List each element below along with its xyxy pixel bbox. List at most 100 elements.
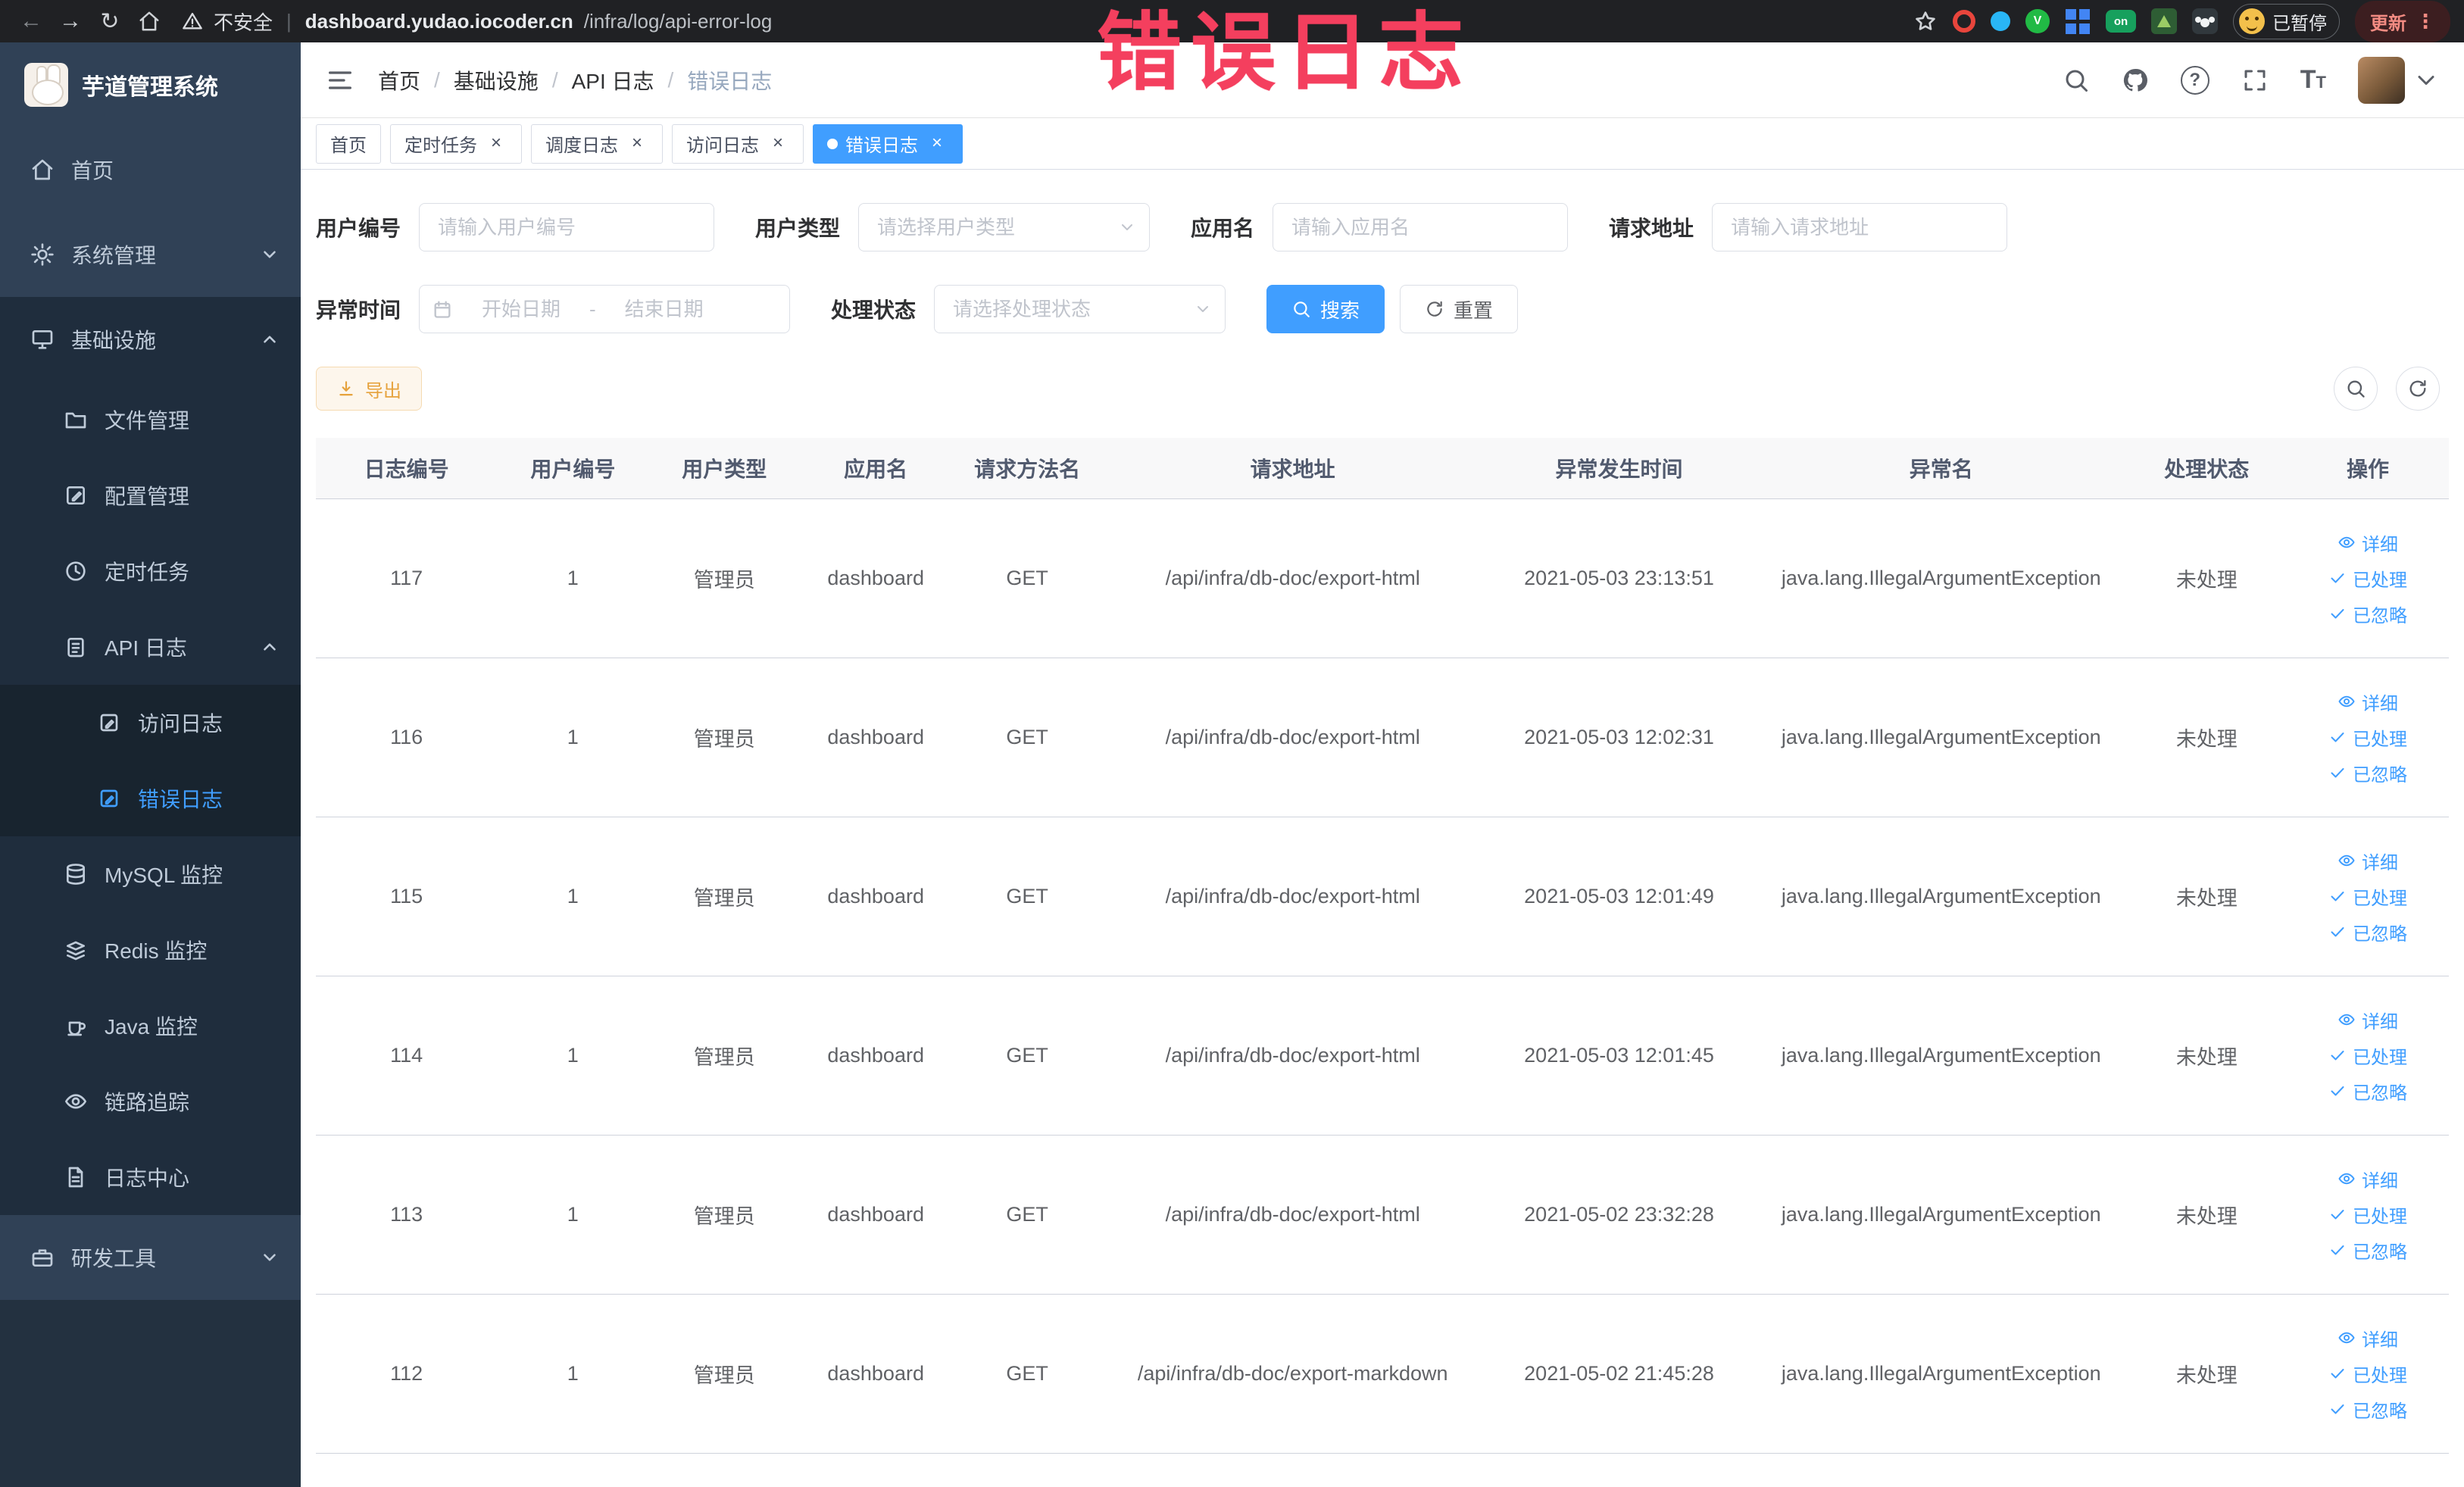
processed-link[interactable]: 已处理 [2328, 724, 2407, 751]
sidebar-item-scheduled-tasks[interactable]: 定时任务 [0, 533, 301, 609]
detail-link[interactable]: 详细 [2338, 530, 2398, 556]
tab-access-log[interactable]: 访问日志 × [672, 123, 804, 164]
bookmark-star-icon[interactable] [1913, 9, 1938, 33]
tab-home[interactable]: 首页 [316, 123, 381, 164]
app-name-input[interactable] [1273, 203, 1569, 251]
breadcrumb-item[interactable]: API 日志 [572, 65, 654, 95]
extension-icon[interactable] [1991, 11, 2010, 31]
sidebar-item-infra[interactable]: 基础设施 [0, 297, 301, 382]
detail-link[interactable]: 详细 [2338, 848, 2398, 874]
cell-user-id: 1 [497, 658, 649, 817]
cell-user-id: 1 [497, 1294, 649, 1454]
hide-search-button[interactable] [2334, 367, 2378, 411]
extension-vue-devtools-icon[interactable]: V [2025, 9, 2050, 33]
request-url-input[interactable] [1712, 203, 2008, 251]
sidebar-logo[interactable]: 芋道管理系统 [0, 42, 301, 127]
close-icon[interactable]: × [767, 133, 789, 155]
browser-reload-button[interactable]: ↻ [92, 4, 127, 39]
cell-app-name: dashboard [800, 498, 952, 658]
sidebar-item-home[interactable]: 首页 [0, 127, 301, 212]
filter-user-id: 用户编号 [316, 203, 715, 251]
tab-scheduled-tasks[interactable]: 定时任务 × [390, 123, 522, 164]
error-log-table: 日志编号 用户编号 用户类型 应用名 请求方法名 请求地址 异常发生时间 异常名… [316, 438, 2449, 1454]
sidebar-item-log-center[interactable]: 日志中心 [0, 1139, 301, 1215]
help-icon[interactable]: ? [2180, 65, 2209, 95]
check-icon [2328, 923, 2347, 941]
processed-label: 已处理 [2352, 1206, 2407, 1227]
sidebar-item-error-log[interactable]: 错误日志 [0, 761, 301, 836]
extension-icon[interactable] [1953, 10, 1975, 33]
github-icon[interactable] [2122, 67, 2149, 94]
kebab-menu-icon[interactable]: ⋮ [2416, 10, 2435, 33]
processed-link[interactable]: 已处理 [2328, 1360, 2407, 1387]
sidebar-item-label: 访问日志 [138, 712, 223, 736]
ignored-link[interactable]: 已忽略 [2328, 1078, 2407, 1104]
search-button[interactable]: 搜索 [1266, 285, 1385, 333]
process-status-select-input[interactable] [934, 285, 1226, 333]
ignored-link[interactable]: 已忽略 [2328, 760, 2407, 786]
extension-tree-icon[interactable] [2151, 8, 2177, 34]
process-status-select[interactable] [934, 285, 1226, 333]
ignored-link[interactable]: 已忽略 [2328, 919, 2407, 945]
sidebar-item-access-log[interactable]: 访问日志 [0, 685, 301, 761]
ignored-label: 已忽略 [2352, 1401, 2407, 1422]
detail-link[interactable]: 详细 [2338, 1007, 2398, 1033]
tab-dispatch-log[interactable]: 调度日志 × [531, 123, 663, 164]
processed-link[interactable]: 已处理 [2328, 1042, 2407, 1069]
cell-user-type: 管理员 [648, 1294, 801, 1454]
sidebar-item-file-management[interactable]: 文件管理 [0, 382, 301, 458]
sidebar-item-tracing[interactable]: 链路追踪 [0, 1064, 301, 1139]
sidebar-item-config-management[interactable]: 配置管理 [0, 458, 301, 533]
address-bar[interactable]: 不安全 | dashboard.yudao.iocoder.cn/infra/l… [182, 8, 1909, 36]
sidebar-item-dev-tools[interactable]: 研发工具 [0, 1215, 301, 1300]
user-avatar-menu[interactable] [2358, 56, 2440, 104]
processed-link[interactable]: 已处理 [2328, 1201, 2407, 1228]
ignored-label: 已忽略 [2352, 1242, 2407, 1263]
search-icon[interactable] [2063, 67, 2090, 94]
close-icon[interactable]: × [626, 133, 648, 155]
user-type-select[interactable] [858, 203, 1151, 251]
sidebar-item-mysql-monitor[interactable]: MySQL 监控 [0, 836, 301, 912]
export-button[interactable]: 导出 [316, 367, 422, 411]
processed-link[interactable]: 已处理 [2328, 883, 2407, 910]
sidebar-item-api-logs[interactable]: API 日志 [0, 609, 301, 685]
ignored-link[interactable]: 已忽略 [2328, 601, 2407, 627]
extension-on-badge-icon[interactable]: on [2106, 10, 2136, 33]
detail-link[interactable]: 详细 [2338, 1325, 2398, 1351]
ignored-link[interactable]: 已忽略 [2328, 1237, 2407, 1264]
profile-paused-chip[interactable]: 已暂停 [2233, 3, 2340, 39]
browser-home-button[interactable] [132, 4, 167, 39]
breadcrumb-item[interactable]: 基础设施 [454, 65, 539, 95]
detail-link[interactable]: 详细 [2338, 1166, 2398, 1192]
cell-user-type: 管理员 [648, 817, 801, 976]
browser-back-button[interactable]: ← [14, 4, 48, 39]
start-date-input[interactable] [461, 297, 582, 321]
fullscreen-icon[interactable] [2241, 67, 2269, 94]
date-range-picker[interactable]: - [419, 285, 791, 333]
hamburger-icon[interactable] [325, 65, 355, 95]
ignored-link[interactable]: 已忽略 [2328, 1396, 2407, 1423]
tab-error-log[interactable]: 错误日志 × [813, 123, 963, 164]
extension-icon[interactable] [2065, 8, 2091, 34]
export-label: 导出 [365, 380, 401, 401]
browser-forward-button[interactable]: → [53, 4, 88, 39]
sidebar-item-java-monitor[interactable]: Java 监控 [0, 988, 301, 1064]
detail-label: 详细 [2361, 1011, 2398, 1032]
right-toolbar [2334, 367, 2449, 411]
processed-link[interactable]: 已处理 [2328, 565, 2407, 592]
extension-paw-icon[interactable] [2192, 8, 2218, 34]
breadcrumb-item[interactable]: 首页 [378, 65, 420, 95]
close-icon[interactable]: × [926, 133, 948, 155]
user-type-select-input[interactable] [858, 203, 1151, 251]
refresh-table-button[interactable] [2396, 367, 2440, 411]
refresh-icon [2407, 378, 2428, 399]
font-size-icon[interactable]: TT [2300, 65, 2326, 95]
close-icon[interactable]: × [485, 133, 507, 155]
chrome-update-button[interactable]: 更新 ⋮ [2355, 0, 2450, 42]
user-id-input[interactable] [419, 203, 715, 251]
sidebar-item-redis-monitor[interactable]: Redis 监控 [0, 912, 301, 988]
detail-link[interactable]: 详细 [2338, 689, 2398, 715]
end-date-input[interactable] [603, 297, 725, 321]
sidebar-item-system[interactable]: 系统管理 [0, 212, 301, 297]
reset-button[interactable]: 重置 [1400, 285, 1519, 333]
